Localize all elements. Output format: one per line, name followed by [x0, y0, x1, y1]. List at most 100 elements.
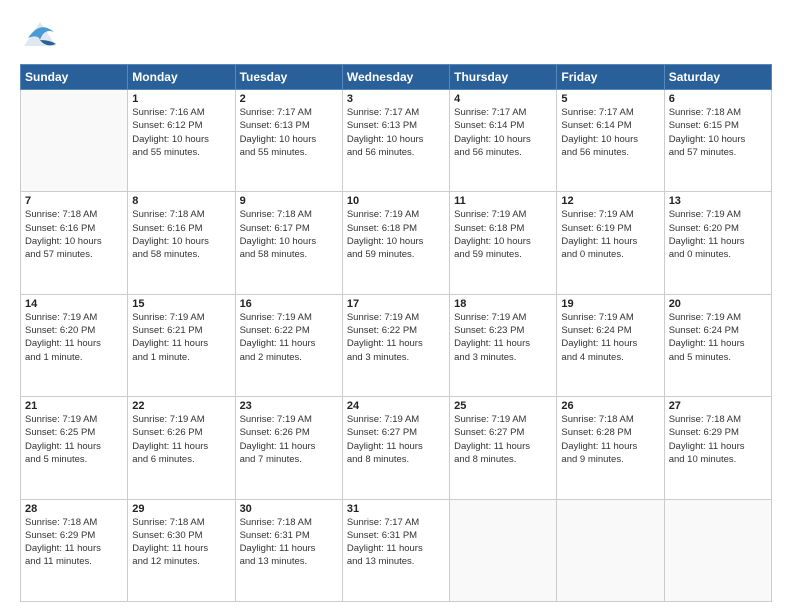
day-info: Sunrise: 7:18 AMSunset: 6:16 PMDaylight:… — [25, 208, 123, 261]
day-number: 27 — [669, 400, 767, 412]
day-info: Sunrise: 7:17 AMSunset: 6:14 PMDaylight:… — [561, 106, 659, 159]
calendar-cell: 18Sunrise: 7:19 AMSunset: 6:23 PMDayligh… — [450, 294, 557, 396]
day-number: 24 — [347, 400, 445, 412]
week-row-1: 1Sunrise: 7:16 AMSunset: 6:12 PMDaylight… — [21, 90, 772, 192]
week-row-4: 21Sunrise: 7:19 AMSunset: 6:25 PMDayligh… — [21, 397, 772, 499]
page: SundayMondayTuesdayWednesdayThursdayFrid… — [0, 0, 792, 612]
calendar-cell — [450, 499, 557, 601]
day-info: Sunrise: 7:19 AMSunset: 6:24 PMDaylight:… — [561, 311, 659, 364]
calendar-cell: 14Sunrise: 7:19 AMSunset: 6:20 PMDayligh… — [21, 294, 128, 396]
weekday-header-thursday: Thursday — [450, 65, 557, 90]
logo-icon — [20, 18, 56, 54]
weekday-header-sunday: Sunday — [21, 65, 128, 90]
day-number: 23 — [240, 400, 338, 412]
calendar-cell — [557, 499, 664, 601]
day-info: Sunrise: 7:18 AMSunset: 6:15 PMDaylight:… — [669, 106, 767, 159]
day-info: Sunrise: 7:19 AMSunset: 6:20 PMDaylight:… — [25, 311, 123, 364]
weekday-header-saturday: Saturday — [664, 65, 771, 90]
day-info: Sunrise: 7:17 AMSunset: 6:14 PMDaylight:… — [454, 106, 552, 159]
day-info: Sunrise: 7:19 AMSunset: 6:19 PMDaylight:… — [561, 208, 659, 261]
calendar-cell: 15Sunrise: 7:19 AMSunset: 6:21 PMDayligh… — [128, 294, 235, 396]
day-info: Sunrise: 7:19 AMSunset: 6:22 PMDaylight:… — [347, 311, 445, 364]
day-info: Sunrise: 7:19 AMSunset: 6:26 PMDaylight:… — [132, 413, 230, 466]
day-info: Sunrise: 7:19 AMSunset: 6:21 PMDaylight:… — [132, 311, 230, 364]
day-info: Sunrise: 7:18 AMSunset: 6:16 PMDaylight:… — [132, 208, 230, 261]
calendar-cell: 25Sunrise: 7:19 AMSunset: 6:27 PMDayligh… — [450, 397, 557, 499]
logo — [20, 18, 60, 54]
day-info: Sunrise: 7:17 AMSunset: 6:13 PMDaylight:… — [240, 106, 338, 159]
day-number: 9 — [240, 195, 338, 207]
day-info: Sunrise: 7:18 AMSunset: 6:29 PMDaylight:… — [669, 413, 767, 466]
day-number: 4 — [454, 93, 552, 105]
calendar-cell: 19Sunrise: 7:19 AMSunset: 6:24 PMDayligh… — [557, 294, 664, 396]
day-number: 6 — [669, 93, 767, 105]
day-number: 20 — [669, 298, 767, 310]
day-number: 8 — [132, 195, 230, 207]
day-number: 3 — [347, 93, 445, 105]
day-number: 15 — [132, 298, 230, 310]
calendar-cell: 21Sunrise: 7:19 AMSunset: 6:25 PMDayligh… — [21, 397, 128, 499]
day-number: 1 — [132, 93, 230, 105]
calendar-cell: 1Sunrise: 7:16 AMSunset: 6:12 PMDaylight… — [128, 90, 235, 192]
day-number: 16 — [240, 298, 338, 310]
calendar-cell: 13Sunrise: 7:19 AMSunset: 6:20 PMDayligh… — [664, 192, 771, 294]
calendar-cell: 17Sunrise: 7:19 AMSunset: 6:22 PMDayligh… — [342, 294, 449, 396]
weekday-header-monday: Monday — [128, 65, 235, 90]
day-info: Sunrise: 7:19 AMSunset: 6:24 PMDaylight:… — [669, 311, 767, 364]
day-number: 28 — [25, 503, 123, 515]
calendar-cell: 31Sunrise: 7:17 AMSunset: 6:31 PMDayligh… — [342, 499, 449, 601]
calendar-cell: 9Sunrise: 7:18 AMSunset: 6:17 PMDaylight… — [235, 192, 342, 294]
day-info: Sunrise: 7:19 AMSunset: 6:25 PMDaylight:… — [25, 413, 123, 466]
calendar-cell: 6Sunrise: 7:18 AMSunset: 6:15 PMDaylight… — [664, 90, 771, 192]
calendar-cell: 29Sunrise: 7:18 AMSunset: 6:30 PMDayligh… — [128, 499, 235, 601]
day-number: 25 — [454, 400, 552, 412]
day-number: 10 — [347, 195, 445, 207]
weekday-header-row: SundayMondayTuesdayWednesdayThursdayFrid… — [21, 65, 772, 90]
day-info: Sunrise: 7:18 AMSunset: 6:30 PMDaylight:… — [132, 516, 230, 569]
day-info: Sunrise: 7:18 AMSunset: 6:29 PMDaylight:… — [25, 516, 123, 569]
day-info: Sunrise: 7:19 AMSunset: 6:22 PMDaylight:… — [240, 311, 338, 364]
day-info: Sunrise: 7:19 AMSunset: 6:18 PMDaylight:… — [347, 208, 445, 261]
day-info: Sunrise: 7:19 AMSunset: 6:23 PMDaylight:… — [454, 311, 552, 364]
weekday-header-wednesday: Wednesday — [342, 65, 449, 90]
week-row-3: 14Sunrise: 7:19 AMSunset: 6:20 PMDayligh… — [21, 294, 772, 396]
day-number: 26 — [561, 400, 659, 412]
calendar-cell — [21, 90, 128, 192]
header — [20, 18, 772, 54]
weekday-header-tuesday: Tuesday — [235, 65, 342, 90]
day-number: 17 — [347, 298, 445, 310]
calendar-cell: 24Sunrise: 7:19 AMSunset: 6:27 PMDayligh… — [342, 397, 449, 499]
calendar-cell: 5Sunrise: 7:17 AMSunset: 6:14 PMDaylight… — [557, 90, 664, 192]
day-number: 31 — [347, 503, 445, 515]
calendar-cell: 27Sunrise: 7:18 AMSunset: 6:29 PMDayligh… — [664, 397, 771, 499]
day-number: 14 — [25, 298, 123, 310]
day-info: Sunrise: 7:19 AMSunset: 6:27 PMDaylight:… — [454, 413, 552, 466]
day-number: 22 — [132, 400, 230, 412]
calendar-cell: 3Sunrise: 7:17 AMSunset: 6:13 PMDaylight… — [342, 90, 449, 192]
calendar-cell: 26Sunrise: 7:18 AMSunset: 6:28 PMDayligh… — [557, 397, 664, 499]
day-number: 30 — [240, 503, 338, 515]
week-row-2: 7Sunrise: 7:18 AMSunset: 6:16 PMDaylight… — [21, 192, 772, 294]
day-number: 7 — [25, 195, 123, 207]
day-info: Sunrise: 7:18 AMSunset: 6:17 PMDaylight:… — [240, 208, 338, 261]
calendar-cell: 28Sunrise: 7:18 AMSunset: 6:29 PMDayligh… — [21, 499, 128, 601]
day-info: Sunrise: 7:16 AMSunset: 6:12 PMDaylight:… — [132, 106, 230, 159]
calendar-cell: 8Sunrise: 7:18 AMSunset: 6:16 PMDaylight… — [128, 192, 235, 294]
calendar-table: SundayMondayTuesdayWednesdayThursdayFrid… — [20, 64, 772, 602]
day-number: 19 — [561, 298, 659, 310]
calendar-cell: 20Sunrise: 7:19 AMSunset: 6:24 PMDayligh… — [664, 294, 771, 396]
calendar-cell: 2Sunrise: 7:17 AMSunset: 6:13 PMDaylight… — [235, 90, 342, 192]
calendar-cell: 30Sunrise: 7:18 AMSunset: 6:31 PMDayligh… — [235, 499, 342, 601]
calendar-cell — [664, 499, 771, 601]
day-info: Sunrise: 7:19 AMSunset: 6:20 PMDaylight:… — [669, 208, 767, 261]
day-info: Sunrise: 7:17 AMSunset: 6:13 PMDaylight:… — [347, 106, 445, 159]
day-number: 21 — [25, 400, 123, 412]
calendar-cell: 4Sunrise: 7:17 AMSunset: 6:14 PMDaylight… — [450, 90, 557, 192]
calendar-cell: 10Sunrise: 7:19 AMSunset: 6:18 PMDayligh… — [342, 192, 449, 294]
day-info: Sunrise: 7:19 AMSunset: 6:27 PMDaylight:… — [347, 413, 445, 466]
calendar-cell: 22Sunrise: 7:19 AMSunset: 6:26 PMDayligh… — [128, 397, 235, 499]
day-info: Sunrise: 7:19 AMSunset: 6:18 PMDaylight:… — [454, 208, 552, 261]
weekday-header-friday: Friday — [557, 65, 664, 90]
day-number: 12 — [561, 195, 659, 207]
day-info: Sunrise: 7:17 AMSunset: 6:31 PMDaylight:… — [347, 516, 445, 569]
